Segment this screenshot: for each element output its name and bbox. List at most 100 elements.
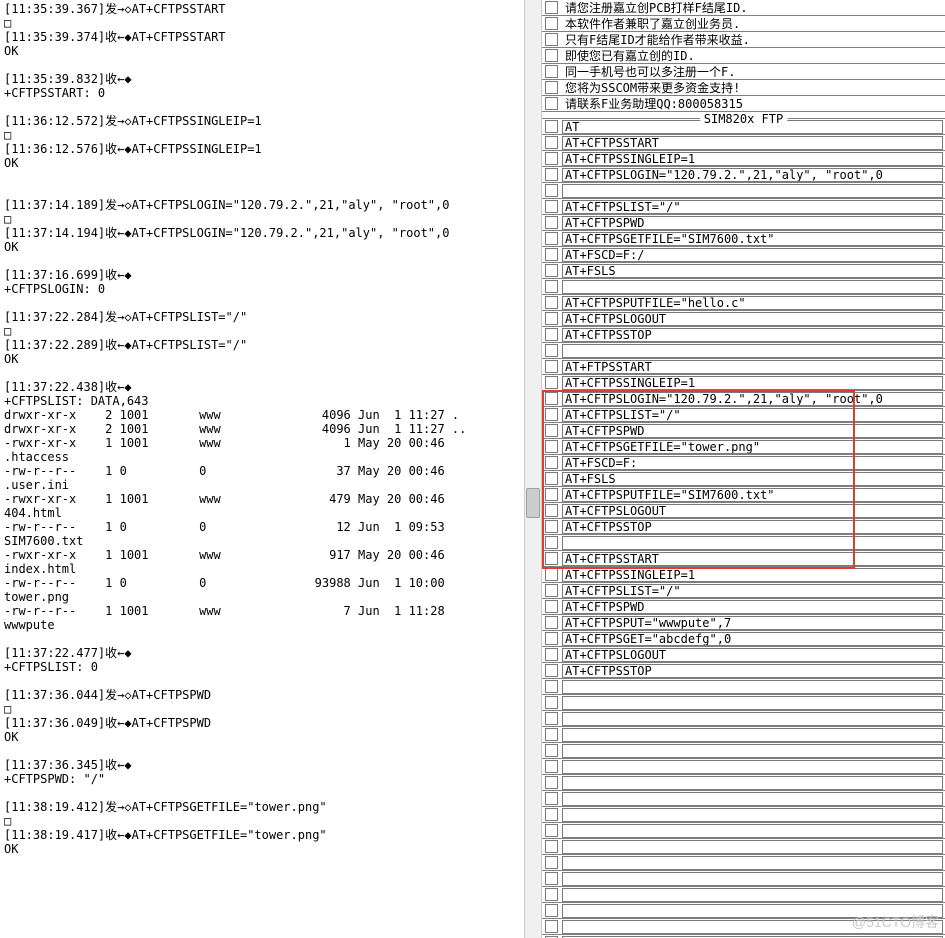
row-checkbox[interactable]: [545, 616, 558, 629]
row-checkbox[interactable]: [545, 792, 558, 805]
row-checkbox[interactable]: [545, 472, 558, 485]
command-input[interactable]: [562, 600, 943, 614]
command-input[interactable]: [562, 264, 943, 278]
command-input[interactable]: [562, 49, 943, 63]
command-input[interactable]: [562, 712, 943, 726]
row-checkbox[interactable]: [545, 136, 558, 149]
row-checkbox[interactable]: [545, 344, 558, 357]
command-input[interactable]: [562, 696, 943, 710]
command-input[interactable]: [562, 152, 943, 166]
row-checkbox[interactable]: [545, 632, 558, 645]
row-checkbox[interactable]: [545, 248, 558, 261]
row-checkbox[interactable]: [545, 424, 558, 437]
row-checkbox[interactable]: [545, 65, 558, 78]
command-input[interactable]: [562, 296, 943, 310]
command-input[interactable]: [562, 472, 943, 486]
command-input[interactable]: [562, 344, 943, 358]
command-input[interactable]: [562, 744, 943, 758]
row-checkbox[interactable]: [545, 680, 558, 693]
row-checkbox[interactable]: [545, 312, 558, 325]
row-checkbox[interactable]: [545, 600, 558, 613]
command-input[interactable]: [562, 81, 943, 95]
row-checkbox[interactable]: [545, 776, 558, 789]
row-checkbox[interactable]: [545, 200, 558, 213]
scrollbar-thumb[interactable]: [526, 488, 540, 518]
row-checkbox[interactable]: [545, 664, 558, 677]
row-checkbox[interactable]: [545, 520, 558, 533]
row-checkbox[interactable]: [545, 360, 558, 373]
row-checkbox[interactable]: [545, 504, 558, 517]
command-input[interactable]: [562, 216, 943, 230]
command-input[interactable]: [562, 536, 943, 550]
row-checkbox[interactable]: [545, 712, 558, 725]
command-input[interactable]: [562, 312, 943, 326]
row-checkbox[interactable]: [545, 49, 558, 62]
command-input[interactable]: [562, 776, 943, 790]
command-input[interactable]: [562, 856, 943, 870]
row-checkbox[interactable]: [545, 872, 558, 885]
command-input[interactable]: [562, 552, 943, 566]
row-checkbox[interactable]: [545, 456, 558, 469]
command-input[interactable]: [562, 616, 943, 630]
row-checkbox[interactable]: [545, 648, 558, 661]
command-input[interactable]: [562, 65, 943, 79]
row-checkbox[interactable]: [545, 17, 558, 30]
row-checkbox[interactable]: [545, 888, 558, 901]
row-checkbox[interactable]: [545, 1, 558, 14]
command-input[interactable]: [562, 280, 943, 294]
command-input[interactable]: [562, 168, 943, 182]
row-checkbox[interactable]: [545, 264, 558, 277]
row-checkbox[interactable]: [545, 120, 558, 133]
command-input[interactable]: [562, 568, 943, 582]
command-input[interactable]: [562, 376, 943, 390]
command-input[interactable]: [562, 808, 943, 822]
command-input[interactable]: [562, 17, 943, 31]
row-checkbox[interactable]: [545, 760, 558, 773]
row-checkbox[interactable]: [545, 408, 558, 421]
command-input[interactable]: [562, 504, 943, 518]
command-input[interactable]: [562, 232, 943, 246]
row-checkbox[interactable]: [545, 81, 558, 94]
row-checkbox[interactable]: [545, 536, 558, 549]
row-checkbox[interactable]: [545, 488, 558, 501]
command-input[interactable]: [562, 1, 943, 15]
row-checkbox[interactable]: [545, 296, 558, 309]
row-checkbox[interactable]: [545, 584, 558, 597]
row-checkbox[interactable]: [545, 152, 558, 165]
command-input[interactable]: [562, 792, 943, 806]
row-checkbox[interactable]: [545, 97, 558, 110]
command-input[interactable]: [562, 520, 943, 534]
command-input[interactable]: [562, 440, 943, 454]
command-input[interactable]: [562, 97, 943, 111]
command-input[interactable]: [562, 680, 943, 694]
row-checkbox[interactable]: [545, 440, 558, 453]
command-input[interactable]: [562, 824, 943, 838]
command-input[interactable]: [562, 360, 943, 374]
row-checkbox[interactable]: [545, 232, 558, 245]
command-input[interactable]: [562, 200, 943, 214]
row-checkbox[interactable]: [545, 920, 558, 933]
command-input[interactable]: [562, 760, 943, 774]
command-input[interactable]: [562, 648, 943, 662]
command-input[interactable]: [562, 392, 943, 406]
row-checkbox[interactable]: [545, 568, 558, 581]
row-checkbox[interactable]: [545, 744, 558, 757]
command-input[interactable]: [562, 664, 943, 678]
row-checkbox[interactable]: [545, 392, 558, 405]
command-input[interactable]: [562, 424, 943, 438]
command-input[interactable]: [562, 872, 943, 886]
row-checkbox[interactable]: [545, 856, 558, 869]
command-input[interactable]: [562, 632, 943, 646]
row-checkbox[interactable]: [545, 552, 558, 565]
row-checkbox[interactable]: [545, 33, 558, 46]
row-checkbox[interactable]: [545, 216, 558, 229]
command-input[interactable]: [562, 488, 943, 502]
row-checkbox[interactable]: [545, 376, 558, 389]
command-input[interactable]: [562, 328, 943, 342]
command-input[interactable]: [562, 456, 943, 470]
command-input[interactable]: [562, 184, 943, 198]
row-checkbox[interactable]: [545, 840, 558, 853]
row-checkbox[interactable]: [545, 808, 558, 821]
row-checkbox[interactable]: [545, 184, 558, 197]
command-input[interactable]: [562, 248, 943, 262]
